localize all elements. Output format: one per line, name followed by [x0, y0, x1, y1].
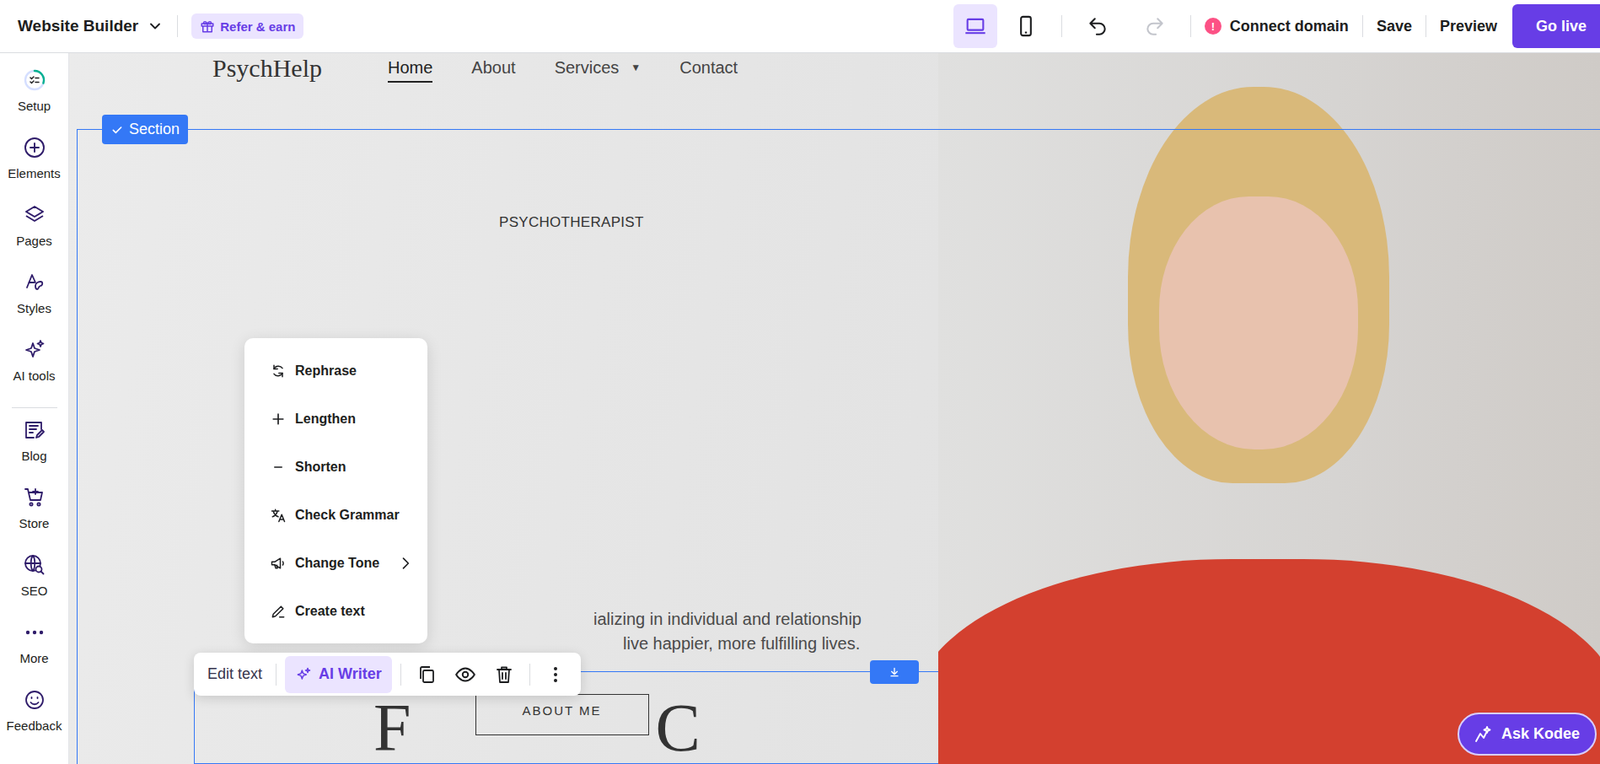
megaphone-icon: [269, 554, 287, 572]
separator: [275, 663, 277, 686]
toolbar-icon-button[interactable]: [538, 657, 573, 692]
styles-brush-icon: [22, 270, 47, 295]
gift-icon: [199, 18, 215, 34]
sidebar-item[interactable]: More: [0, 618, 69, 687]
device-button[interactable]: [953, 4, 998, 49]
ai-writer-button[interactable]: AI Writer: [284, 655, 392, 693]
sidebar-item[interactable]: Setup: [0, 66, 69, 135]
toolbar-action-button[interactable]: Save: [1376, 17, 1413, 36]
ai-menu-item[interactable]: Create text: [244, 586, 428, 635]
sidebar-item[interactable]: Blog: [0, 416, 69, 484]
chevron-down-icon: [146, 17, 164, 35]
undo-icon: [1086, 15, 1109, 38]
redo-icon: [1143, 15, 1166, 38]
element-toolbar: Edit text AI Writer: [193, 652, 581, 696]
sidebar-item[interactable]: Pages: [0, 201, 69, 269]
seo-globe-icon: [22, 553, 47, 577]
top-bar: Website Builder Refer & earn !Connect doma…: [0, 0, 1600, 54]
ai-writer-menu: RephraseLengthenShortenCheck GrammarChan…: [244, 338, 428, 644]
decor-letter: C: [655, 693, 701, 762]
refer-button[interactable]: Refer & earn: [191, 13, 304, 39]
layers-icon: [22, 203, 47, 227]
blog-icon: [22, 418, 47, 442]
toolbar-icon-button[interactable]: [409, 657, 444, 692]
pencil-icon: [269, 602, 287, 620]
decor-letter: F: [373, 693, 412, 762]
separator: [1425, 15, 1427, 38]
separator: [400, 663, 402, 686]
sidebar-item[interactable]: AI tools: [0, 336, 69, 404]
chevron-right-icon: [397, 554, 414, 572]
check-icon: [110, 123, 124, 137]
nav-link[interactable]: Services▼: [554, 54, 642, 83]
app-menu-button[interactable]: Website Builder: [17, 16, 164, 36]
more-vertical-icon: [545, 664, 566, 685]
sidebar: SetupElementsPagesStylesAI tools BlogStor…: [0, 53, 70, 764]
plus-icon: [269, 410, 287, 428]
separator: [1362, 15, 1364, 38]
history-button[interactable]: [1075, 4, 1120, 49]
minus-icon: [269, 458, 287, 476]
nav-link[interactable]: Home: [387, 54, 433, 83]
alert-badge: !: [1204, 17, 1222, 35]
nav-link[interactable]: Contact: [679, 54, 738, 83]
section-badge[interactable]: Section: [102, 114, 188, 145]
website-builder: Website Builder Refer & earn !Connect doma…: [0, 0, 1600, 764]
ai-menu-item[interactable]: Rephrase: [244, 346, 428, 395]
hero-eyebrow[interactable]: PSYCHOTHERAPIST: [499, 214, 939, 231]
toolbar-action-button[interactable]: Preview: [1439, 17, 1498, 36]
trash-icon: [493, 664, 515, 685]
laptop-icon: [963, 14, 988, 38]
sidebar-item[interactable]: Feedback: [0, 686, 69, 754]
ai-menu-item[interactable]: Shorten: [244, 442, 428, 491]
device-button[interactable]: [1004, 4, 1048, 49]
plus-circle-icon: [22, 135, 47, 160]
toolbar-icon-button[interactable]: [448, 657, 483, 692]
sidebar-item[interactable]: Styles: [0, 268, 69, 337]
editor-canvas: PsychHelp Home About Services▼ Contact PSYCHO…: [69, 53, 1600, 764]
sparkles-icon: [295, 665, 312, 683]
translate-icon: [269, 506, 287, 524]
separator: [177, 15, 178, 38]
sidebar-item[interactable]: SEO: [0, 551, 69, 619]
ai-menu-item[interactable]: Change Tone: [244, 538, 428, 587]
nav-link[interactable]: About: [471, 54, 516, 83]
edit-text-button[interactable]: Edit text: [202, 665, 268, 683]
connect-domain-button[interactable]: !Connect domain: [1204, 17, 1349, 36]
element-badge[interactable]: [869, 660, 919, 684]
eye-icon: [454, 663, 477, 686]
ai-menu-item[interactable]: Lengthen: [244, 394, 428, 443]
sidebar-item[interactable]: Elements: [0, 134, 69, 202]
more-dots-icon: [22, 620, 47, 645]
sidebar-divider: [11, 407, 58, 409]
history-button[interactable]: [1132, 4, 1177, 49]
site-navigation: PsychHelp Home About Services▼ Contact: [69, 53, 939, 84]
go-live-button[interactable]: Go live: [1512, 4, 1600, 49]
separator: [529, 663, 531, 686]
separator: [1190, 15, 1192, 38]
rephrase-icon: [269, 362, 287, 380]
sparkles-icon: [22, 338, 47, 362]
separator: [1061, 15, 1063, 38]
dropdown-arrow: ▼: [630, 61, 641, 74]
ask-kodee-button[interactable]: Ask Kodee: [1457, 712, 1597, 756]
site-logo[interactable]: PsychHelp: [212, 53, 323, 83]
smiley-icon: [22, 687, 47, 712]
sidebar-item[interactable]: Store: [0, 483, 69, 552]
setup-progress-icon: [22, 68, 47, 92]
download-arrow-icon: [887, 665, 902, 679]
hero-photo[interactable]: [938, 53, 1600, 764]
hero-intro-text[interactable]: ializing in individual and relationshipl…: [593, 606, 939, 656]
about-me-button[interactable]: ABOUT ME: [475, 693, 650, 736]
top-actions: !Connect domain Save Preview Go live: [953, 0, 1600, 53]
copy-icon: [416, 664, 437, 685]
toolbar-icon-button[interactable]: [487, 657, 521, 692]
kodee-icon: [1472, 724, 1493, 745]
ai-menu-item[interactable]: Check Grammar: [244, 490, 428, 539]
device-switch: [953, 4, 1048, 49]
mobile-icon: [1014, 14, 1038, 38]
cart-icon: [22, 485, 47, 510]
